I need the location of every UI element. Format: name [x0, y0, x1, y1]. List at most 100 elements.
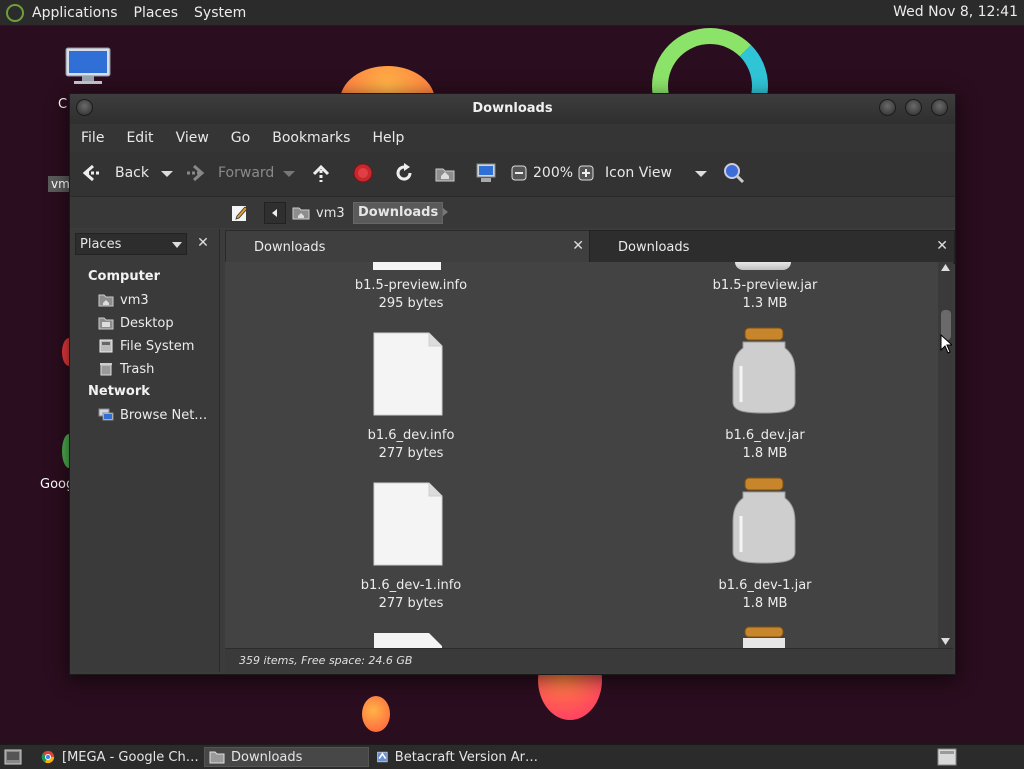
view-mode-select[interactable]: Icon View — [605, 165, 672, 181]
menu-go[interactable]: Go — [220, 130, 261, 146]
file-icon-view[interactable]: b1.5-preview.info 295 bytes b1.5-preview… — [225, 262, 938, 648]
reload-icon[interactable] — [393, 162, 415, 184]
folder-icon — [209, 751, 225, 764]
tab-label: Downloads — [254, 240, 326, 255]
distro-logo-icon[interactable] — [6, 3, 24, 22]
file-name: b1.6_dev.info — [367, 428, 455, 443]
applications-menu[interactable]: Applications — [24, 5, 126, 21]
sidebar-selector-label: Places — [80, 237, 122, 252]
menu-view[interactable]: View — [165, 130, 220, 146]
file-item[interactable]: b1.6_dev.jar 1.8 MB — [665, 428, 865, 461]
forward-arrow-icon[interactable] — [185, 162, 207, 184]
breadcrumb-downloads[interactable]: Downloads — [353, 202, 444, 224]
computer-icon[interactable] — [475, 162, 497, 184]
title-bar[interactable]: Downloads — [70, 94, 955, 124]
stop-icon[interactable] — [352, 162, 374, 184]
clock[interactable]: Wed Nov 8, 12:41 — [893, 4, 1018, 20]
task-label: Downloads — [231, 749, 303, 765]
document-icon[interactable] — [373, 482, 443, 566]
chrome-icon — [41, 750, 55, 764]
menu-help[interactable]: Help — [361, 130, 415, 146]
close-sidebar-button[interactable]: ✕ — [193, 233, 213, 253]
task-label: [MEGA - Google Ch… — [62, 749, 199, 765]
file-manager-window: Downloads File Edit View Go Bookmarks He… — [69, 93, 956, 675]
vertical-scrollbar[interactable] — [938, 262, 953, 648]
document-icon — [374, 633, 442, 648]
scroll-down-icon[interactable] — [941, 638, 950, 645]
jar-icon[interactable] — [731, 476, 797, 564]
desktop-label-computer[interactable]: C — [58, 97, 67, 112]
jar-icon[interactable] — [731, 326, 797, 414]
file-size: 1.3 MB — [742, 296, 788, 311]
toolbar: Back Forward 200% Icon View — [70, 152, 955, 197]
task-label: Betacraft Version Ar… — [394, 749, 538, 765]
tab-downloads-left[interactable]: Downloads ✕ — [225, 230, 591, 263]
tab-downloads-right[interactable]: Downloads ✕ — [589, 230, 955, 264]
task-betacraft[interactable]: Betacraft Version Ar… — [372, 747, 538, 767]
menu-edit[interactable]: Edit — [115, 130, 164, 146]
taskbar: [MEGA - Google Ch… Downloads Betacraft V… — [0, 744, 1024, 769]
back-button[interactable]: Back — [115, 165, 149, 181]
file-size: 1.8 MB — [742, 596, 788, 611]
file-item[interactable]: b1.6_dev-1.jar 1.8 MB — [665, 578, 865, 611]
breadcrumb-label: Downloads — [358, 205, 439, 220]
file-item[interactable]: b1.6_dev.info 277 bytes — [311, 428, 511, 461]
menu-bookmarks[interactable]: Bookmarks — [261, 130, 361, 146]
top-panel: Applications Places System Wed Nov 8, 12… — [0, 0, 1024, 26]
chevron-down-icon[interactable] — [690, 162, 712, 184]
chevron-right-icon[interactable] — [440, 207, 450, 217]
up-arrow-icon[interactable] — [310, 162, 332, 184]
file-item[interactable]: b1.5-preview.info 295 bytes — [311, 278, 511, 311]
task-chrome[interactable]: [MEGA - Google Ch… — [36, 747, 200, 767]
back-arrow-icon[interactable] — [80, 162, 102, 184]
document-icon[interactable] — [373, 332, 443, 416]
forward-button[interactable]: Forward — [218, 165, 274, 181]
maximize-button[interactable] — [905, 99, 922, 116]
sidebar-item-vm3[interactable]: vm3 — [98, 290, 149, 310]
task-downloads[interactable]: Downloads — [204, 747, 369, 767]
file-name: b1.5-preview.jar — [712, 278, 818, 293]
drive-icon — [99, 339, 113, 353]
file-size: 1.8 MB — [742, 446, 788, 461]
home-folder-icon — [292, 207, 310, 220]
home-folder-icon — [98, 294, 114, 307]
sidebar-heading-computer: Computer — [88, 269, 161, 284]
close-button[interactable] — [931, 99, 948, 116]
home-folder-icon[interactable] — [434, 162, 456, 184]
computer-desktop-icon[interactable] — [64, 46, 112, 86]
sidebar-item-label: Desktop — [120, 315, 174, 331]
menu-bar: File Edit View Go Bookmarks Help — [70, 124, 955, 152]
chevron-down-icon[interactable] — [156, 162, 178, 184]
places-menu[interactable]: Places — [126, 5, 187, 21]
sidebar-item-label: vm3 — [120, 292, 149, 308]
zoom-out-icon[interactable] — [508, 162, 530, 184]
document-icon — [373, 262, 441, 270]
mouse-cursor-icon — [940, 334, 952, 354]
sidebar-selector[interactable]: Places — [75, 233, 187, 255]
search-icon[interactable] — [723, 162, 745, 184]
file-size: 277 bytes — [378, 596, 444, 611]
file-size: 295 bytes — [378, 296, 444, 311]
sidebar-item-trash[interactable]: Trash — [98, 359, 154, 379]
sidebar-item-file-system[interactable]: File System — [98, 336, 194, 356]
breadcrumb-vm3[interactable]: vm3 — [288, 202, 349, 224]
close-tab-icon[interactable]: ✕ — [572, 238, 584, 254]
system-menu[interactable]: System — [186, 5, 254, 21]
status-text: 359 items, Free space: 24.6 GB — [239, 654, 413, 667]
sidebar-item-browse-network[interactable]: Browse Net… — [98, 405, 207, 425]
close-tab-icon[interactable]: ✕ — [936, 238, 948, 254]
file-item[interactable]: b1.6_dev-1.info 277 bytes — [311, 578, 511, 611]
workspace-switcher-icon[interactable] — [937, 748, 957, 766]
show-desktop-icon[interactable] — [4, 749, 22, 765]
minimize-button[interactable] — [879, 99, 896, 116]
menu-file[interactable]: File — [70, 130, 115, 146]
breadcrumb-prev-button[interactable] — [264, 202, 286, 224]
scroll-up-icon[interactable] — [941, 264, 950, 271]
edit-location-icon[interactable] — [230, 203, 250, 223]
sidebar-item-desktop[interactable]: Desktop — [98, 313, 174, 333]
file-item[interactable]: b1.5-preview.jar 1.3 MB — [665, 278, 865, 311]
zoom-level[interactable]: 200% — [533, 165, 573, 181]
zoom-in-icon[interactable] — [575, 162, 597, 184]
chevron-down-icon[interactable] — [278, 162, 300, 184]
desktop-folder-icon — [98, 317, 114, 330]
